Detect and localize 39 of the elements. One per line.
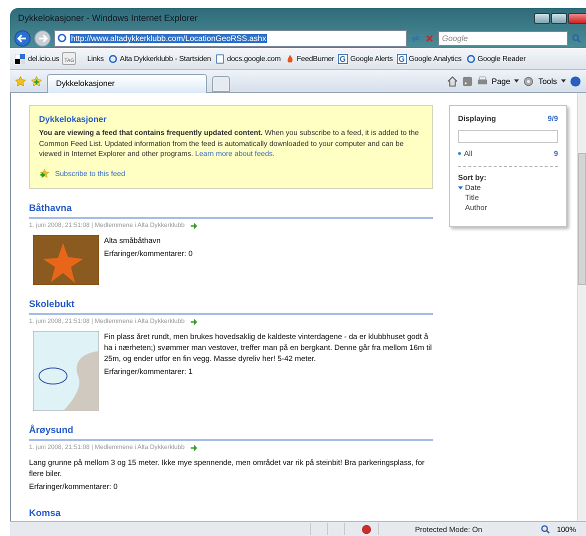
arrow-icon[interactable] (190, 318, 198, 326)
window-title: Dykkelokasjoner - Windows Internet Explorer (18, 13, 199, 23)
browser-tab[interactable]: Dykkelokasjoner (47, 74, 207, 92)
item-title-link[interactable]: Skolebukt (29, 298, 433, 314)
print-icon[interactable] (476, 76, 488, 86)
link-favicon-icon (396, 54, 407, 64)
link-favicon-icon (284, 54, 295, 64)
link-favicon-icon (215, 54, 226, 64)
zoom-icon[interactable] (540, 524, 551, 534)
add-star-icon (39, 168, 50, 178)
close-button[interactable] (568, 12, 586, 24)
minimize-button[interactable] (534, 12, 550, 24)
forward-button[interactable] (34, 30, 51, 46)
page-icon (57, 33, 67, 43)
feed-title: Dykkelokasjoner (39, 114, 108, 124)
tools-menu[interactable]: Tools (538, 76, 557, 86)
link-favicon-icon (338, 54, 348, 64)
address-field[interactable]: http://www.altadykkerklubb.com/LocationGeoRSS.ashx (54, 30, 407, 46)
add-favorite-icon[interactable] (31, 76, 42, 86)
link-favicon-icon (108, 54, 118, 64)
arrow-icon[interactable] (190, 444, 198, 452)
photo-placeholder (33, 234, 99, 284)
link-favicon-icon (466, 54, 476, 64)
new-tab-button[interactable] (212, 76, 230, 92)
page-menu[interactable]: Page (492, 76, 510, 86)
filter-field[interactable] (458, 130, 558, 143)
sort-caret-icon (458, 186, 463, 190)
back-button[interactable] (14, 30, 31, 46)
item-title-link[interactable]: Båthavna (29, 202, 433, 218)
delicious-icon (15, 54, 25, 64)
arrow-icon[interactable] (190, 222, 198, 230)
favorites-star-icon[interactable] (15, 76, 26, 86)
caret-icon (561, 79, 566, 83)
home-icon[interactable] (446, 76, 458, 86)
item-title-link[interactable]: Årøysund (29, 424, 433, 440)
search-field[interactable]: Google (438, 30, 568, 46)
caret-icon (514, 79, 520, 83)
scrollbar[interactable] (577, 93, 586, 521)
maximize-button[interactable] (551, 12, 567, 24)
